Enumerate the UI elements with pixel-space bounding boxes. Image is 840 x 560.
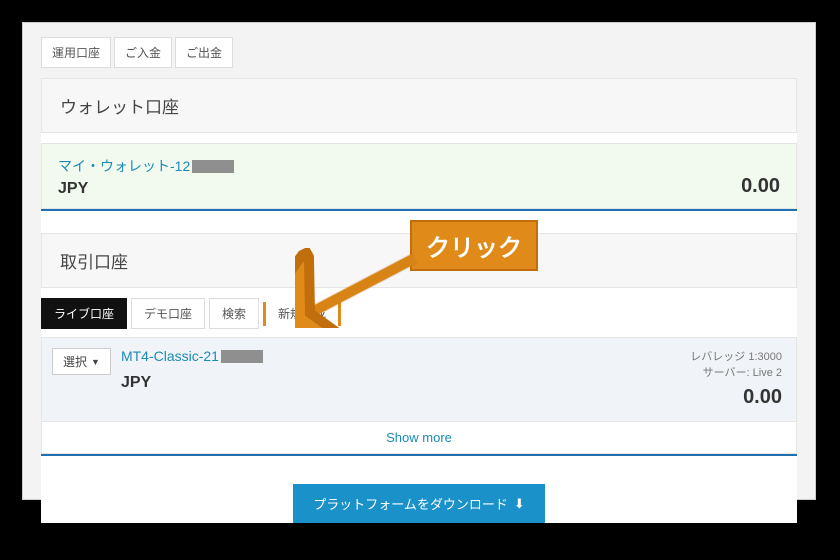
server-value: Live 2: [753, 367, 782, 379]
select-button[interactable]: 選択 ▼: [52, 348, 111, 375]
callout-badge: クリック: [410, 220, 538, 271]
wallet-row: マイ・ウォレット-12 JPY 0.00: [42, 144, 796, 208]
redacted-block: [221, 350, 263, 363]
redacted-block: [192, 160, 234, 173]
wallet-currency: JPY: [58, 180, 234, 198]
tab-withdraw[interactable]: ご出金: [175, 37, 233, 68]
subtab-search[interactable]: 検索: [209, 298, 259, 329]
wallet-amount: 0.00: [741, 175, 780, 198]
new-account-highlight: 新規作成: [263, 302, 341, 326]
account-amount: 0.00: [690, 386, 782, 409]
divider: [41, 454, 797, 456]
account-currency: JPY: [121, 374, 263, 392]
select-label: 選択: [63, 353, 87, 370]
tab-accounts[interactable]: 運用口座: [41, 37, 111, 68]
subtab-live[interactable]: ライブ口座: [41, 298, 127, 329]
download-label: プラットフォームをダウンロード: [313, 494, 508, 513]
download-button[interactable]: プラットフォームをダウンロード ⬇: [293, 484, 545, 523]
download-icon: ⬇: [514, 496, 525, 512]
account-link[interactable]: MT4-Classic-21: [121, 348, 219, 364]
show-more-link[interactable]: Show more: [41, 422, 797, 454]
subtab-new[interactable]: 新規作成: [266, 301, 338, 327]
account-row: 選択 ▼ MT4-Classic-21 JPY レバレッジ 1:3000: [41, 337, 797, 422]
leverage-label: レバレッジ: [690, 351, 745, 363]
subtab-demo[interactable]: デモ口座: [131, 298, 205, 329]
wallet-link[interactable]: マイ・ウォレット-12: [58, 156, 190, 176]
tab-deposit[interactable]: ご入金: [114, 37, 172, 68]
caret-down-icon: ▼: [91, 357, 100, 367]
wallet-header: ウォレット口座: [41, 78, 797, 133]
server-label: サーバー:: [703, 367, 750, 379]
leverage-value: 1:3000: [748, 351, 782, 363]
